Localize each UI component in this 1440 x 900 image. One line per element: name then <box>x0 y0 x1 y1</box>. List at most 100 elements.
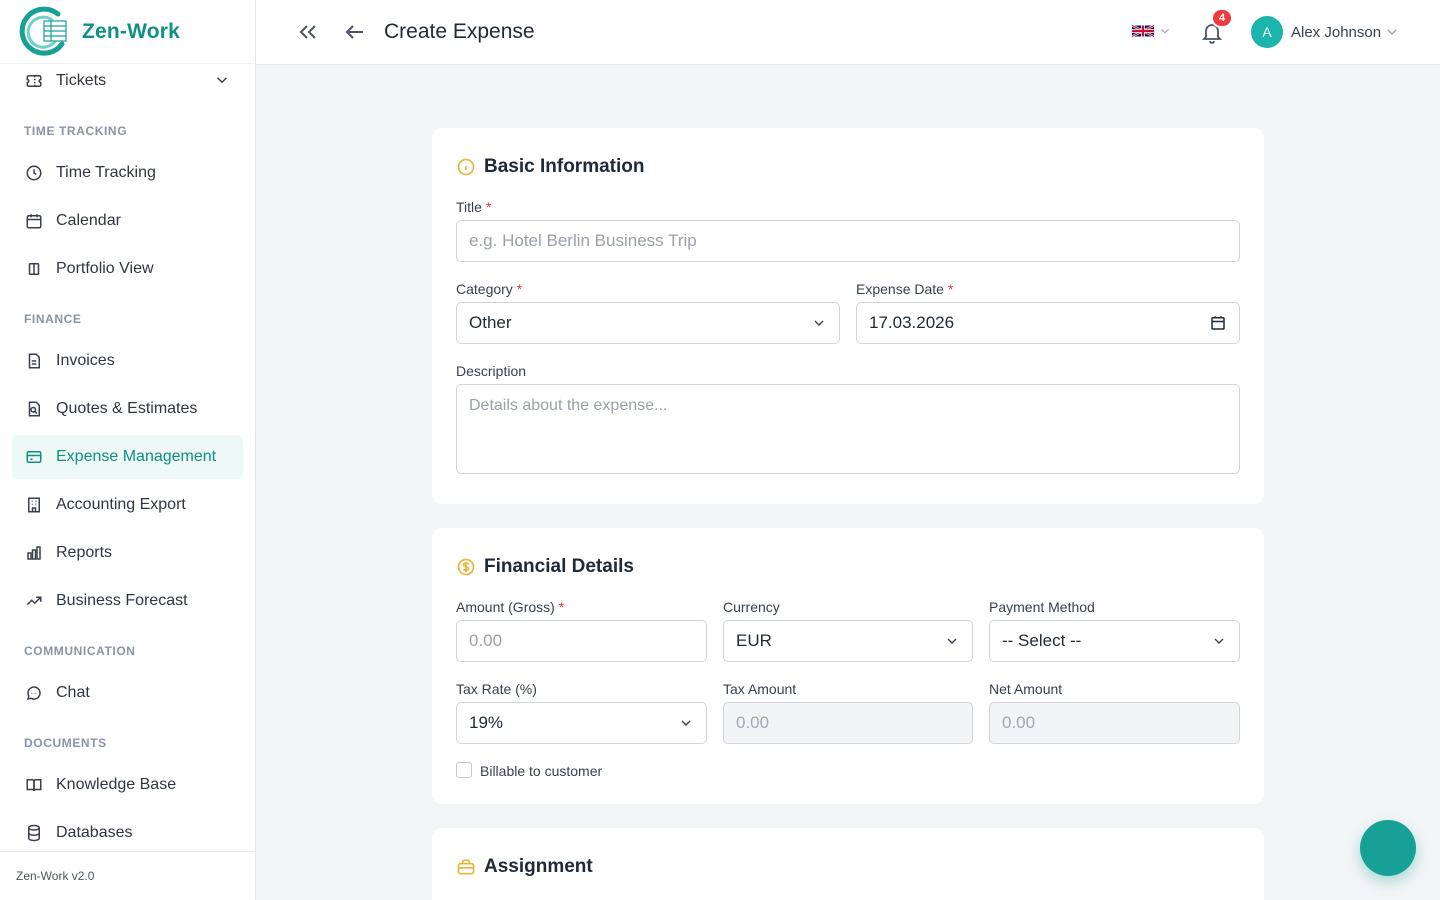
sidebar-item-portfolio-view[interactable]: Portfolio View <box>12 247 243 291</box>
financial-details-card: Financial Details Amount (Gross) * 0.00 … <box>432 528 1264 804</box>
amount-input[interactable]: 0.00 <box>456 620 707 662</box>
database-icon <box>24 823 44 843</box>
sidebar-item-time-tracking[interactable]: Time Tracking <box>12 151 243 195</box>
description-label: Description <box>456 363 527 379</box>
sidebar-item-quotes-estimates[interactable]: Quotes & Estimates <box>12 387 243 431</box>
chevron-down-icon <box>678 715 694 736</box>
required-marker: * <box>485 199 492 215</box>
net-amount-label: Net Amount <box>989 681 1063 697</box>
floating-action-button[interactable] <box>1360 820 1416 876</box>
notification-count-badge: 4 <box>1211 8 1233 28</box>
payment-method-value: -- Select -- <box>1002 631 1082 650</box>
section-label-finance: FINANCE <box>24 312 82 326</box>
amount-label: Amount (Gross) * <box>456 599 564 615</box>
sidebar-item-tickets[interactable]: Tickets <box>12 64 243 103</box>
book-icon <box>24 775 44 795</box>
title-input[interactable]: e.g. Hotel Berlin Business Trip <box>456 220 1240 262</box>
currency-label: Currency <box>723 599 780 615</box>
file-search-icon <box>24 399 44 419</box>
required-marker: * <box>947 281 954 297</box>
building-icon <box>24 495 44 515</box>
clock-icon <box>24 163 44 183</box>
category-value: Other <box>469 313 512 332</box>
section-label-communication: COMMUNICATION <box>24 644 136 658</box>
title-label-text: Title <box>456 199 482 215</box>
dollar-coin-icon <box>456 557 476 577</box>
tax-amount-field: 0.00 <box>723 702 973 744</box>
billable-checkbox[interactable] <box>456 762 472 778</box>
section-label-documents: DOCUMENTS <box>24 736 107 750</box>
currency-value: EUR <box>736 631 772 650</box>
expense-date-input[interactable]: 17.03.2026 <box>856 302 1240 344</box>
sidebar-item-knowledge-base[interactable]: Knowledge Base <box>12 763 243 807</box>
sidebar-item-label: Expense Management <box>56 448 217 465</box>
back-arrow-icon[interactable] <box>343 20 367 44</box>
language-selector[interactable] <box>1132 24 1172 38</box>
chevron-down-icon <box>213 71 231 94</box>
chevron-down-icon <box>811 315 827 336</box>
sidebar-item-label: Reports <box>56 544 113 561</box>
ticket-icon <box>24 71 44 91</box>
calendar-icon[interactable] <box>1209 314 1227 337</box>
payment-method-select[interactable]: -- Select -- <box>989 620 1240 662</box>
category-label-text: Category <box>456 281 513 297</box>
chevron-down-icon <box>1158 24 1172 38</box>
sidebar: Zen-Work Tickets TIME TRACKING Time Trac… <box>0 0 256 900</box>
tax-amount-label: Tax Amount <box>723 681 797 697</box>
sidebar-item-reports[interactable]: Reports <box>12 531 243 575</box>
sidebar-item-label: Portfolio View <box>56 260 154 277</box>
currency-select[interactable]: EUR <box>723 620 973 662</box>
credit-card-icon <box>24 447 44 467</box>
section-label-time-tracking: TIME TRACKING <box>24 124 128 138</box>
zen-work-logo-icon <box>18 6 70 58</box>
briefcase-icon <box>456 857 476 877</box>
chevron-down-icon <box>944 633 960 654</box>
page-title: Create Expense <box>384 20 535 43</box>
sidebar-item-label: Accounting Export <box>56 496 186 513</box>
brand[interactable]: Zen-Work <box>0 0 255 64</box>
expense-date-label-text: Expense Date <box>856 281 944 297</box>
category-select[interactable]: Other <box>456 302 840 344</box>
file-icon <box>24 351 44 371</box>
brand-name: Zen-Work <box>82 19 181 43</box>
sidebar-item-business-forecast[interactable]: Business Forecast <box>12 579 243 623</box>
sidebar-item-label: Chat <box>56 684 90 701</box>
sidebar-item-accounting-export[interactable]: Accounting Export <box>12 483 243 527</box>
columns-icon <box>24 259 44 279</box>
sidebar-item-label: Quotes & Estimates <box>56 400 198 417</box>
billable-label[interactable]: Billable to customer <box>480 763 602 779</box>
expense-date-label: Expense Date * <box>856 281 953 297</box>
calendar-icon <box>24 211 44 231</box>
chevron-down-icon[interactable] <box>1384 24 1400 45</box>
description-textarea[interactable]: Details about the expense... <box>456 384 1240 474</box>
required-marker: * <box>558 599 565 615</box>
trending-up-icon <box>24 591 44 611</box>
sidebar-item-invoices[interactable]: Invoices <box>12 339 243 383</box>
user-name[interactable]: Alex Johnson <box>1291 24 1381 41</box>
uk-flag-icon <box>1132 24 1154 38</box>
sidebar-item-chat[interactable]: Chat <box>12 671 243 715</box>
version-label: Zen-Work v2.0 <box>0 851 255 900</box>
sidebar-item-label: Tickets <box>56 72 107 89</box>
bar-chart-icon <box>24 543 44 563</box>
required-marker: * <box>516 281 523 297</box>
top-bar: Create Expense 4 A Alex Johnson <box>256 0 1440 65</box>
category-label: Category * <box>456 281 522 297</box>
section-title: Assignment <box>484 856 593 877</box>
chat-icon <box>24 683 44 703</box>
chevron-down-icon <box>1211 633 1227 654</box>
sidebar-item-label: Calendar <box>56 212 121 229</box>
net-amount-field: 0.00 <box>989 702 1240 744</box>
section-title: Basic Information <box>484 156 645 177</box>
collapse-sidebar-icon[interactable] <box>296 20 320 44</box>
sidebar-item-label: Invoices <box>56 352 115 369</box>
sidebar-item-label: Business Forecast <box>56 592 188 609</box>
avatar[interactable]: A <box>1251 16 1283 48</box>
sidebar-item-databases[interactable]: Databases <box>12 811 243 851</box>
assignment-card: Assignment <box>432 828 1264 900</box>
sidebar-item-calendar[interactable]: Calendar <box>12 199 243 243</box>
payment-method-label: Payment Method <box>989 599 1095 615</box>
tax-rate-select[interactable]: 19% <box>456 702 707 744</box>
sidebar-nav: Tickets TIME TRACKING Time Tracking Cale… <box>0 64 255 851</box>
sidebar-item-expense-management[interactable]: Expense Management <box>12 435 243 479</box>
